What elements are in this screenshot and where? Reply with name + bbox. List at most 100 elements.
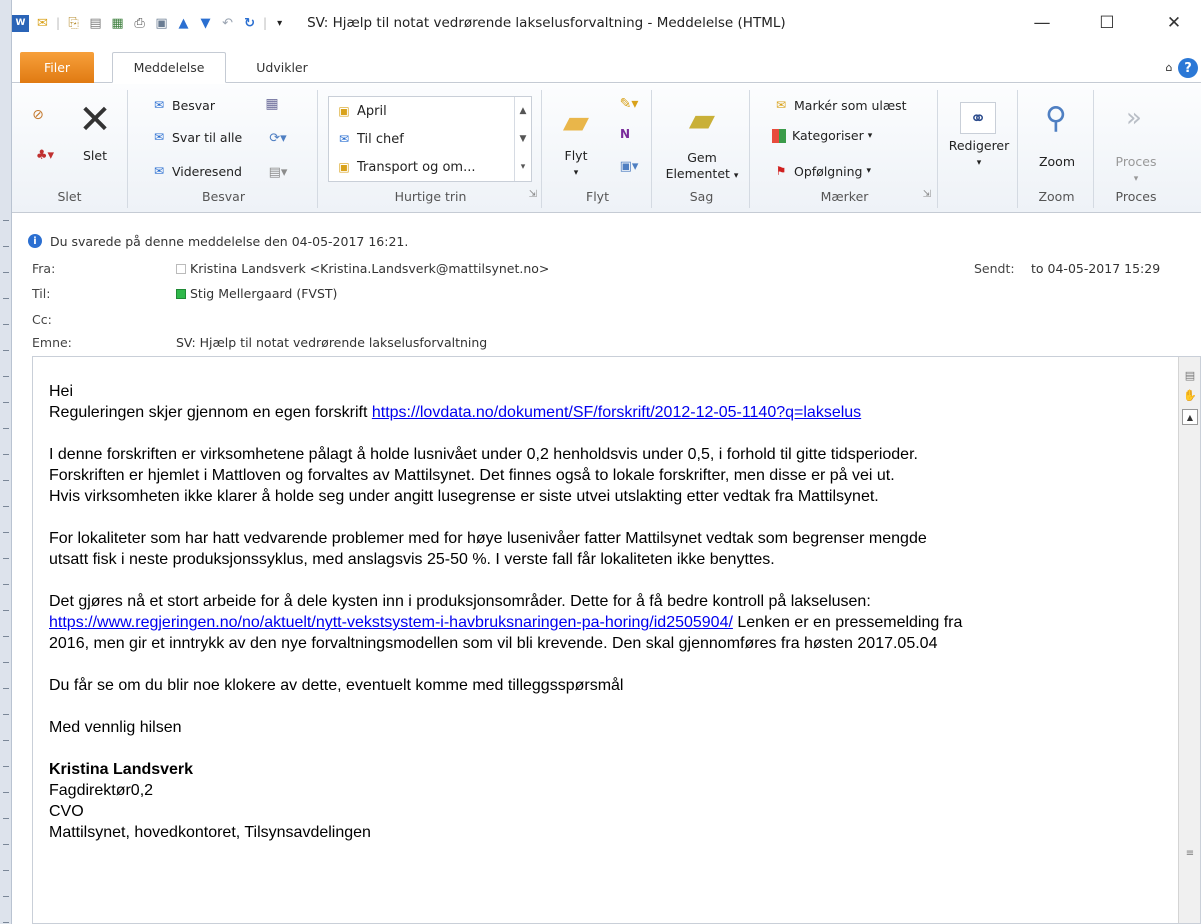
info-bar: i Du svarede på denne meddelelse den 04-… bbox=[28, 230, 408, 252]
reply-all-label: Svar til alle bbox=[172, 129, 243, 145]
ruler-tick bbox=[3, 376, 9, 377]
move-button[interactable]: Flyt ▾ bbox=[552, 148, 600, 178]
find-icon[interactable]: ⚭ bbox=[960, 102, 996, 134]
chart-icon[interactable]: ▦ bbox=[109, 15, 126, 32]
info-icon: i bbox=[28, 234, 42, 248]
dialog-launcher-icon[interactable]: ⇲ bbox=[529, 189, 537, 200]
sent-value: to 04-05-2017 15:29 bbox=[1031, 261, 1161, 276]
from-value[interactable]: Kristina Landsverk <Kristina.Landsverk@m… bbox=[176, 261, 549, 276]
move-folder-icon[interactable]: ▰ bbox=[552, 100, 600, 144]
ruler-tick bbox=[3, 818, 9, 819]
zoom-button[interactable]: Zoom bbox=[1020, 154, 1094, 169]
actions-icon[interactable]: ▣▾ bbox=[614, 156, 644, 176]
page-view-icon[interactable]: ▤ bbox=[1182, 367, 1198, 383]
message-header: i Du svarede på denne meddelelse den 04-… bbox=[12, 214, 1201, 352]
hand-tool-icon[interactable]: ✋ bbox=[1182, 387, 1198, 403]
ignore-icon[interactable]: ⊘ bbox=[28, 104, 48, 126]
ruler-tick bbox=[3, 662, 9, 663]
body-line: https://www.regjeringen.no/no/aktuelt/ny… bbox=[49, 614, 963, 631]
folder-move-icon: ▣ bbox=[338, 160, 350, 174]
dialog-launcher-icon[interactable]: ⇲ bbox=[923, 189, 931, 200]
edit-button[interactable]: Redigerer ▾ bbox=[940, 138, 1018, 168]
previous-item-icon[interactable]: ▲ bbox=[175, 15, 192, 32]
ruler-tick bbox=[3, 740, 9, 741]
quickstep-til-chef[interactable]: ✉ Til chef bbox=[335, 129, 404, 149]
body-paragraph-1: Reguleringen skjer gjennom en egen forsk… bbox=[49, 404, 862, 421]
left-ruler-strip bbox=[0, 0, 12, 924]
collapse-ribbon-icon[interactable]: ⌂ bbox=[1160, 52, 1178, 83]
ruler-tick bbox=[3, 220, 9, 221]
zoom-magnifier-icon[interactable]: ⚲ bbox=[1036, 96, 1076, 140]
body-line: Hvis virksomheten ikke klarer å holde se… bbox=[49, 488, 879, 505]
ruler-tick bbox=[3, 454, 9, 455]
gallery-scroll-down[interactable]: ▼ bbox=[514, 125, 531, 153]
tab-message[interactable]: Meddelelse bbox=[112, 52, 226, 83]
ruler-tick bbox=[3, 402, 9, 403]
undo-icon[interactable]: ↶ bbox=[219, 15, 236, 32]
scroll-up-icon[interactable]: ▲ bbox=[1182, 409, 1198, 425]
reply-all-icon: ✉ bbox=[153, 130, 165, 144]
tab-file[interactable]: Filer bbox=[20, 52, 94, 83]
forward-button[interactable]: ✉ Videresend bbox=[150, 162, 242, 180]
redo-icon[interactable]: ↻ bbox=[241, 15, 258, 32]
message-body-pane[interactable]: Hei Reguleringen skjer gjennom en egen f… bbox=[32, 356, 1201, 924]
gallery-more[interactable]: ▾ bbox=[514, 153, 531, 181]
cleanup-icon[interactable]: ♣▾ bbox=[28, 144, 62, 166]
body-line: Du får se om du blir noe klokere av dett… bbox=[49, 677, 624, 694]
reply-all-button[interactable]: ✉ Svar til alle bbox=[150, 128, 242, 146]
vertical-scrollbar[interactable]: ▤ ✋ ▲ ≡ bbox=[1178, 357, 1200, 923]
message-body: Hei Reguleringen skjer gjennom en egen f… bbox=[49, 381, 1159, 843]
save-item-icon[interactable]: ▰ bbox=[678, 98, 726, 142]
reply-button[interactable]: ✉ Besvar bbox=[150, 96, 215, 114]
to-value[interactable]: Stig Mellergaard (FVST) bbox=[176, 286, 337, 301]
to-label: Til: bbox=[32, 286, 51, 301]
categorize-button[interactable]: Kategoriser ▾ bbox=[772, 128, 872, 143]
help-icon[interactable]: ? bbox=[1178, 58, 1198, 78]
customize-quick-access-icon[interactable]: ▾ bbox=[271, 15, 288, 32]
process-group: » Proces ▾ Proces bbox=[1096, 90, 1176, 208]
flag-icon: ⚑ bbox=[775, 164, 787, 178]
regjeringen-link[interactable]: https://www.regjeringen.no/no/aktuelt/ny… bbox=[49, 614, 733, 631]
cc-label: Cc: bbox=[32, 312, 52, 327]
quickstep-transport[interactable]: ▣ Transport og om... bbox=[335, 157, 475, 177]
delete-button[interactable]: Slet bbox=[70, 148, 120, 163]
im-icon[interactable]: ▤▾ bbox=[262, 162, 294, 182]
delete-x-icon[interactable]: ✕ bbox=[70, 97, 120, 143]
quicksteps-group: ▣ April ✉ Til chef ▣ Transport og om... ▲ ▼… bbox=[320, 90, 542, 208]
delete-group-label: Slet bbox=[57, 189, 82, 204]
lovdata-link[interactable]: https://lovdata.no/dokument/SF/forskrift… bbox=[372, 404, 861, 421]
forward-label: Videresend bbox=[172, 163, 242, 179]
print-preview-icon[interactable]: ▣ bbox=[153, 15, 170, 32]
more-respond-icon[interactable]: ⟳▾ bbox=[262, 128, 294, 148]
process-chevron-icon[interactable]: » bbox=[1112, 100, 1156, 136]
minimize-button[interactable]: — bbox=[1027, 10, 1057, 36]
ruler-tick bbox=[3, 844, 9, 845]
greeting: Hei bbox=[49, 383, 74, 400]
ruler-tick bbox=[3, 922, 9, 923]
print-icon[interactable]: ⎙ bbox=[131, 15, 148, 32]
respond-group: ✉ Besvar ✉ Svar til alle ✉ Videresend ▦ ⟳▾ … bbox=[130, 90, 318, 208]
paste-icon[interactable]: ▤ bbox=[87, 15, 104, 32]
followup-button[interactable]: ⚑ Opfølgning ▾ bbox=[772, 162, 871, 180]
quickstep-april[interactable]: ▣ April bbox=[335, 101, 386, 121]
onenote-icon[interactable]: N bbox=[614, 124, 636, 144]
ruler-tick bbox=[3, 246, 9, 247]
outlook-logo-icon: W bbox=[12, 14, 29, 32]
close-button[interactable]: ✕ bbox=[1159, 10, 1189, 36]
meeting-icon[interactable]: ▦ bbox=[262, 94, 282, 114]
ruler-tick bbox=[3, 766, 9, 767]
process-group-label: Proces bbox=[1115, 189, 1157, 204]
contact-card-icon bbox=[176, 263, 186, 274]
next-item-icon[interactable]: ▼ bbox=[197, 15, 214, 32]
scroll-thumb-grip-icon[interactable]: ≡ bbox=[1182, 845, 1198, 861]
maximize-button[interactable]: ☐ bbox=[1092, 10, 1122, 36]
copy-icon[interactable]: ⎘ bbox=[65, 15, 82, 32]
envelope-unread-icon: ✉ bbox=[775, 98, 787, 112]
gallery-scroll-up[interactable]: ▲ bbox=[514, 97, 531, 125]
mark-unread-button[interactable]: ✉ Markér som ulæst bbox=[772, 96, 907, 114]
save-item-button[interactable]: Gem Elementet ▾ bbox=[654, 150, 750, 184]
tab-developer[interactable]: Udvikler bbox=[242, 52, 322, 83]
edit-group: ⚭ Redigerer ▾ bbox=[940, 90, 1018, 208]
process-button[interactable]: Proces ▾ bbox=[1096, 154, 1176, 184]
rules-icon[interactable]: ✎▾ bbox=[614, 94, 644, 114]
